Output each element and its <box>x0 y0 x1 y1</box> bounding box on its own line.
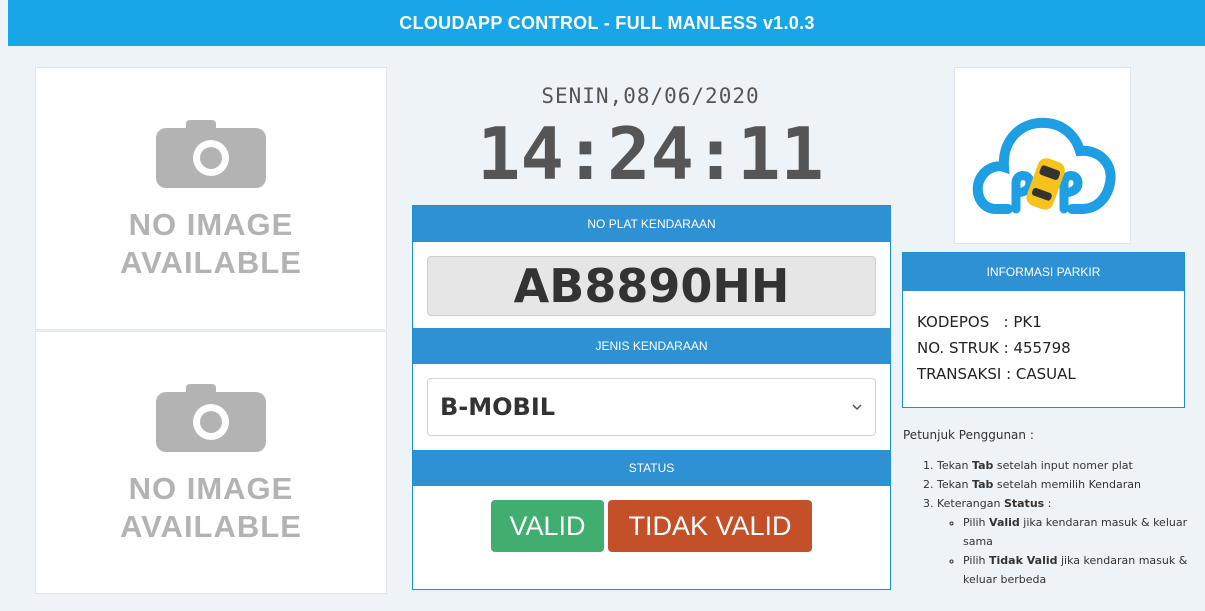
app-logo <box>954 67 1131 244</box>
help-step: Tekan Tab setelah input nomer plat <box>937 456 1193 475</box>
app-title-bar: CLOUDAPP CONTROL - FULL MANLESS v1.0.3 <box>8 0 1205 46</box>
camera-icon <box>156 119 266 188</box>
current-date: SENIN,08/06/2020 <box>541 84 760 108</box>
info-kodepos: KODEPOS : PK1 <box>917 313 1042 331</box>
help-substep: Pilih Tidak Valid jika kendaran masuk & … <box>963 551 1193 589</box>
no-image-label: NO IMAGE AVAILABLE <box>120 470 302 544</box>
vehicle-type-value: B-MOBIL <box>440 393 556 421</box>
info-transaksi: TRANSAKSI : CASUAL <box>917 365 1076 383</box>
plate-number-input[interactable]: AB8890HH <box>427 256 876 316</box>
camera-image-exit: NO IMAGE AVAILABLE <box>35 331 387 594</box>
chevron-down-icon <box>852 404 862 411</box>
camera-image-entry: NO IMAGE AVAILABLE <box>35 67 387 330</box>
help-substep: Pilih Valid jika kendaran masuk & keluar… <box>963 513 1193 551</box>
help-step: Keterangan Status : Pilih Valid jika ken… <box>937 494 1193 589</box>
current-time: 14:24:11 <box>477 112 824 196</box>
control-panel: NO PLAT KENDARAAN AB8890HH JENIS KENDARA… <box>412 205 891 590</box>
no-image-label: NO IMAGE AVAILABLE <box>120 206 302 280</box>
camera-icon <box>156 383 266 452</box>
app-title: CLOUDAPP CONTROL - FULL MANLESS v1.0.3 <box>399 12 815 33</box>
usage-instructions: Petunjuk Penggunan : Tekan Tab setelah i… <box>903 428 1193 589</box>
invalid-button[interactable]: TIDAK VALID <box>608 500 812 552</box>
valid-button[interactable]: VALID <box>491 500 604 552</box>
vehicle-type-select[interactable]: B-MOBIL <box>427 378 876 436</box>
status-header: STATUS <box>413 450 890 486</box>
help-step: Tekan Tab setelah memilih Kendaran <box>937 475 1193 494</box>
help-title: Petunjuk Penggunan : <box>903 428 1034 442</box>
info-struk: NO. STRUK : 455798 <box>917 339 1071 357</box>
vehicle-type-header: JENIS KENDARAAN <box>413 328 890 364</box>
parking-info-panel: INFORMASI PARKIR KODEPOS : PK1 NO. STRUK… <box>902 252 1185 408</box>
cloud-parking-logo-icon <box>972 117 1116 214</box>
status-buttons: VALID TIDAK VALID <box>413 500 890 552</box>
plate-header: NO PLAT KENDARAAN <box>413 206 890 242</box>
parking-info-header: INFORMASI PARKIR <box>903 253 1184 291</box>
